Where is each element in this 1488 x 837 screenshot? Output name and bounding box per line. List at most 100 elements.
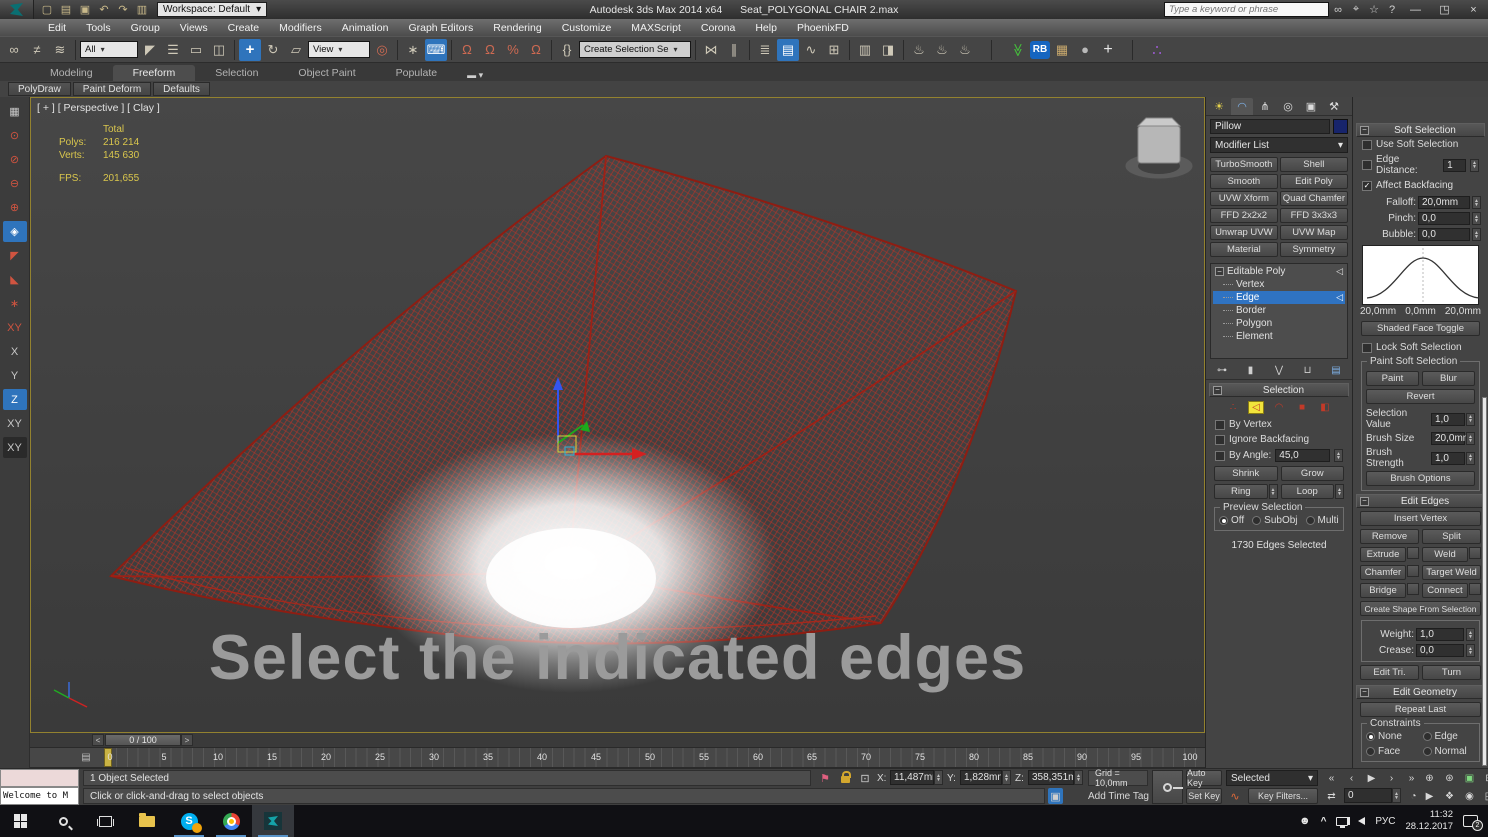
bind-to-spacewarp-icon[interactable]: ≋ <box>49 39 71 61</box>
minimize-button[interactable]: — <box>1401 0 1430 19</box>
viewport-label[interactable]: [ + ] [ Perspective ] [ Clay ] <box>37 102 160 114</box>
ignore-backfacing-checkbox[interactable]: Ignore Backfacing <box>1209 432 1349 447</box>
use-soft-selection-checkbox[interactable]: Use Soft Selection <box>1356 137 1485 152</box>
keyboard-shortcut-override-icon[interactable]: ⌨ <box>425 38 447 61</box>
unlink-selection-icon[interactable]: ≠ <box>26 39 48 61</box>
orbit-icon[interactable]: ◉ <box>1460 788 1479 804</box>
falloff-field[interactable]: 20,0mm <box>1418 196 1470 209</box>
pin-stack-icon[interactable]: ⊶ <box>1214 363 1230 377</box>
chamfer-settings-icon[interactable] <box>1407 565 1419 577</box>
maxscript-mini-listener-pink[interactable] <box>0 769 79 787</box>
make-unique-icon[interactable]: ⋁ <box>1271 363 1287 377</box>
axis-lock-icon[interactable]: ⊕ <box>3 197 27 218</box>
by-angle-field[interactable]: 45,0 <box>1275 449 1330 462</box>
edit-named-selection-sets-icon[interactable]: {} <box>556 39 578 61</box>
ribbon-minimize-icon[interactable]: ▬ ▾ <box>467 70 483 81</box>
rendered-frame-window-icon[interactable]: ◨ <box>877 39 899 61</box>
tab-selection[interactable]: Selection <box>195 65 278 81</box>
layer-manager-icon[interactable]: ≣ <box>754 39 776 61</box>
object-color-swatch[interactable] <box>1333 119 1348 134</box>
bubble-field[interactable]: 0,0 <box>1418 228 1470 241</box>
select-and-rotate-icon[interactable]: ↻ <box>262 39 284 61</box>
spinner-icon[interactable]: ▲ ▼ <box>1472 196 1481 209</box>
create-tab-icon[interactable]: ☀ <box>1208 98 1230 115</box>
modifier-button[interactable]: Symmetry <box>1279 242 1348 257</box>
selection-filter-dropdown[interactable]: All ▾ <box>80 41 138 58</box>
key-mode-toggle-icon[interactable]: ⇄ <box>1322 788 1341 804</box>
axis-lock-icon[interactable]: ⊘ <box>3 149 27 170</box>
y-coord-field[interactable]: 1,828mm <box>960 770 1002 785</box>
isolate-selection-icon[interactable]: ⚑ <box>816 770 834 786</box>
soft-selection-header[interactable]: − Soft Selection <box>1356 123 1485 137</box>
preview-multi-radio[interactable]: Multi <box>1305 515 1339 526</box>
spinner-icon[interactable]: ▲ ▼ <box>1466 412 1475 426</box>
extrude-button[interactable]: Extrude <box>1360 547 1406 562</box>
axis-constraint-xy-button[interactable]: XY <box>3 413 27 434</box>
spinner-icon[interactable]: ▲ ▼ <box>1335 484 1344 499</box>
menu-corona[interactable]: Corona <box>691 19 745 36</box>
z-coord-field[interactable]: 358,351mm <box>1028 770 1074 785</box>
axis-constraint-y-button[interactable]: Y <box>3 365 27 386</box>
search-icon[interactable]: ∞ <box>1329 2 1347 17</box>
language-indicator[interactable]: РУС <box>1375 816 1395 827</box>
menu-animation[interactable]: Animation <box>332 19 399 36</box>
use-pivot-point-icon[interactable]: ◎ <box>371 39 393 61</box>
edge-distance-checkbox[interactable]: Edge Distance: 1 ▲ ▼ <box>1356 152 1485 178</box>
border-mode-icon[interactable]: ◠ <box>1271 401 1287 414</box>
subtab-polydraw[interactable]: PolyDraw <box>8 82 71 96</box>
motion-tab-icon[interactable]: ◎ <box>1277 98 1299 115</box>
axis-constraint-z-button[interactable]: Z <box>2 389 27 410</box>
new-scene-icon[interactable]: ▢ <box>39 2 55 17</box>
menu-edit[interactable]: Edit <box>38 19 76 36</box>
render-setup-icon[interactable]: ▥ <box>854 39 876 61</box>
constraint-face-radio[interactable]: Face <box>1366 746 1419 757</box>
spinner-icon[interactable]: ▲ ▼ <box>1392 788 1401 803</box>
modifier-button[interactable]: FFD 2x2x2 <box>1210 208 1278 223</box>
select-and-move-icon[interactable]: + <box>239 38 261 61</box>
element-mode-icon[interactable]: ◧ <box>1317 401 1333 414</box>
scatter-tool-icon[interactable]: ∴ <box>1146 39 1168 61</box>
start-button[interactable] <box>0 805 42 837</box>
connect-settings-icon[interactable] <box>1469 583 1481 595</box>
extrude-settings-icon[interactable] <box>1407 547 1419 559</box>
modifier-list-dropdown[interactable]: Modifier List ▾ <box>1210 137 1348 153</box>
modifier-button[interactable]: FFD 3x3x3 <box>1279 208 1348 223</box>
paint-button[interactable]: Paint <box>1366 371 1419 386</box>
turn-button[interactable]: Turn <box>1422 665 1481 680</box>
next-frame-icon[interactable]: › <box>1382 770 1401 786</box>
stack-element[interactable]: Element <box>1213 330 1345 343</box>
menu-create[interactable]: Create <box>218 19 270 36</box>
select-and-scale-icon[interactable]: ▱ <box>285 39 307 61</box>
remove-modifier-icon[interactable]: ⊔ <box>1300 363 1316 377</box>
skype-button[interactable]: S <box>168 805 210 837</box>
mirror-icon[interactable]: ⋈ <box>700 39 722 61</box>
spinner-icon[interactable]: ▲ ▼ <box>1470 158 1479 172</box>
play-icon[interactable]: ▶ <box>1362 770 1381 786</box>
named-selection-set-field[interactable]: Create Selection Se ▾ <box>579 41 691 58</box>
selection-lock-icon[interactable] <box>836 770 854 787</box>
cursor-tool-icon[interactable]: ◣ <box>3 269 27 290</box>
stack-editable-poly[interactable]: − Editable Poly ◁ <box>1213 265 1345 278</box>
grow-button[interactable]: Grow <box>1280 466 1344 481</box>
insert-vertex-button[interactable]: Insert Vertex <box>1360 511 1481 526</box>
revert-button[interactable]: Revert <box>1366 389 1475 404</box>
constraint-normal-radio[interactable]: Normal <box>1422 746 1476 757</box>
weld-button[interactable]: Weld <box>1422 547 1468 562</box>
utilities-tab-icon[interactable]: ⚒ <box>1323 98 1345 115</box>
communication-center-icon[interactable]: ⌖ <box>1347 2 1365 17</box>
time-slider[interactable]: 0 / 100 <box>105 734 181 746</box>
remove-button[interactable]: Remove <box>1360 529 1419 544</box>
display-tab-icon[interactable]: ▣ <box>1300 98 1322 115</box>
add-tool-icon[interactable]: + <box>1097 39 1119 61</box>
snaps-toggle-icon[interactable]: Ω <box>456 39 478 61</box>
stack-vertex[interactable]: Vertex <box>1213 278 1345 291</box>
spinner-icon[interactable]: ▲ ▼ <box>1002 770 1011 785</box>
weight-field[interactable]: 1,0 <box>1416 628 1464 641</box>
selection-value-field[interactable]: 1,0 <box>1431 412 1465 426</box>
tab-freeform[interactable]: Freeform <box>112 65 196 81</box>
connect-button[interactable]: Connect <box>1422 583 1468 598</box>
edge-distance-field[interactable]: 1 <box>1443 158 1466 172</box>
spinner-icon[interactable]: ▲ ▼ <box>1472 228 1481 241</box>
hierarchy-tab-icon[interactable]: ⋔ <box>1254 98 1276 115</box>
stack-polygon[interactable]: Polygon <box>1213 317 1345 330</box>
